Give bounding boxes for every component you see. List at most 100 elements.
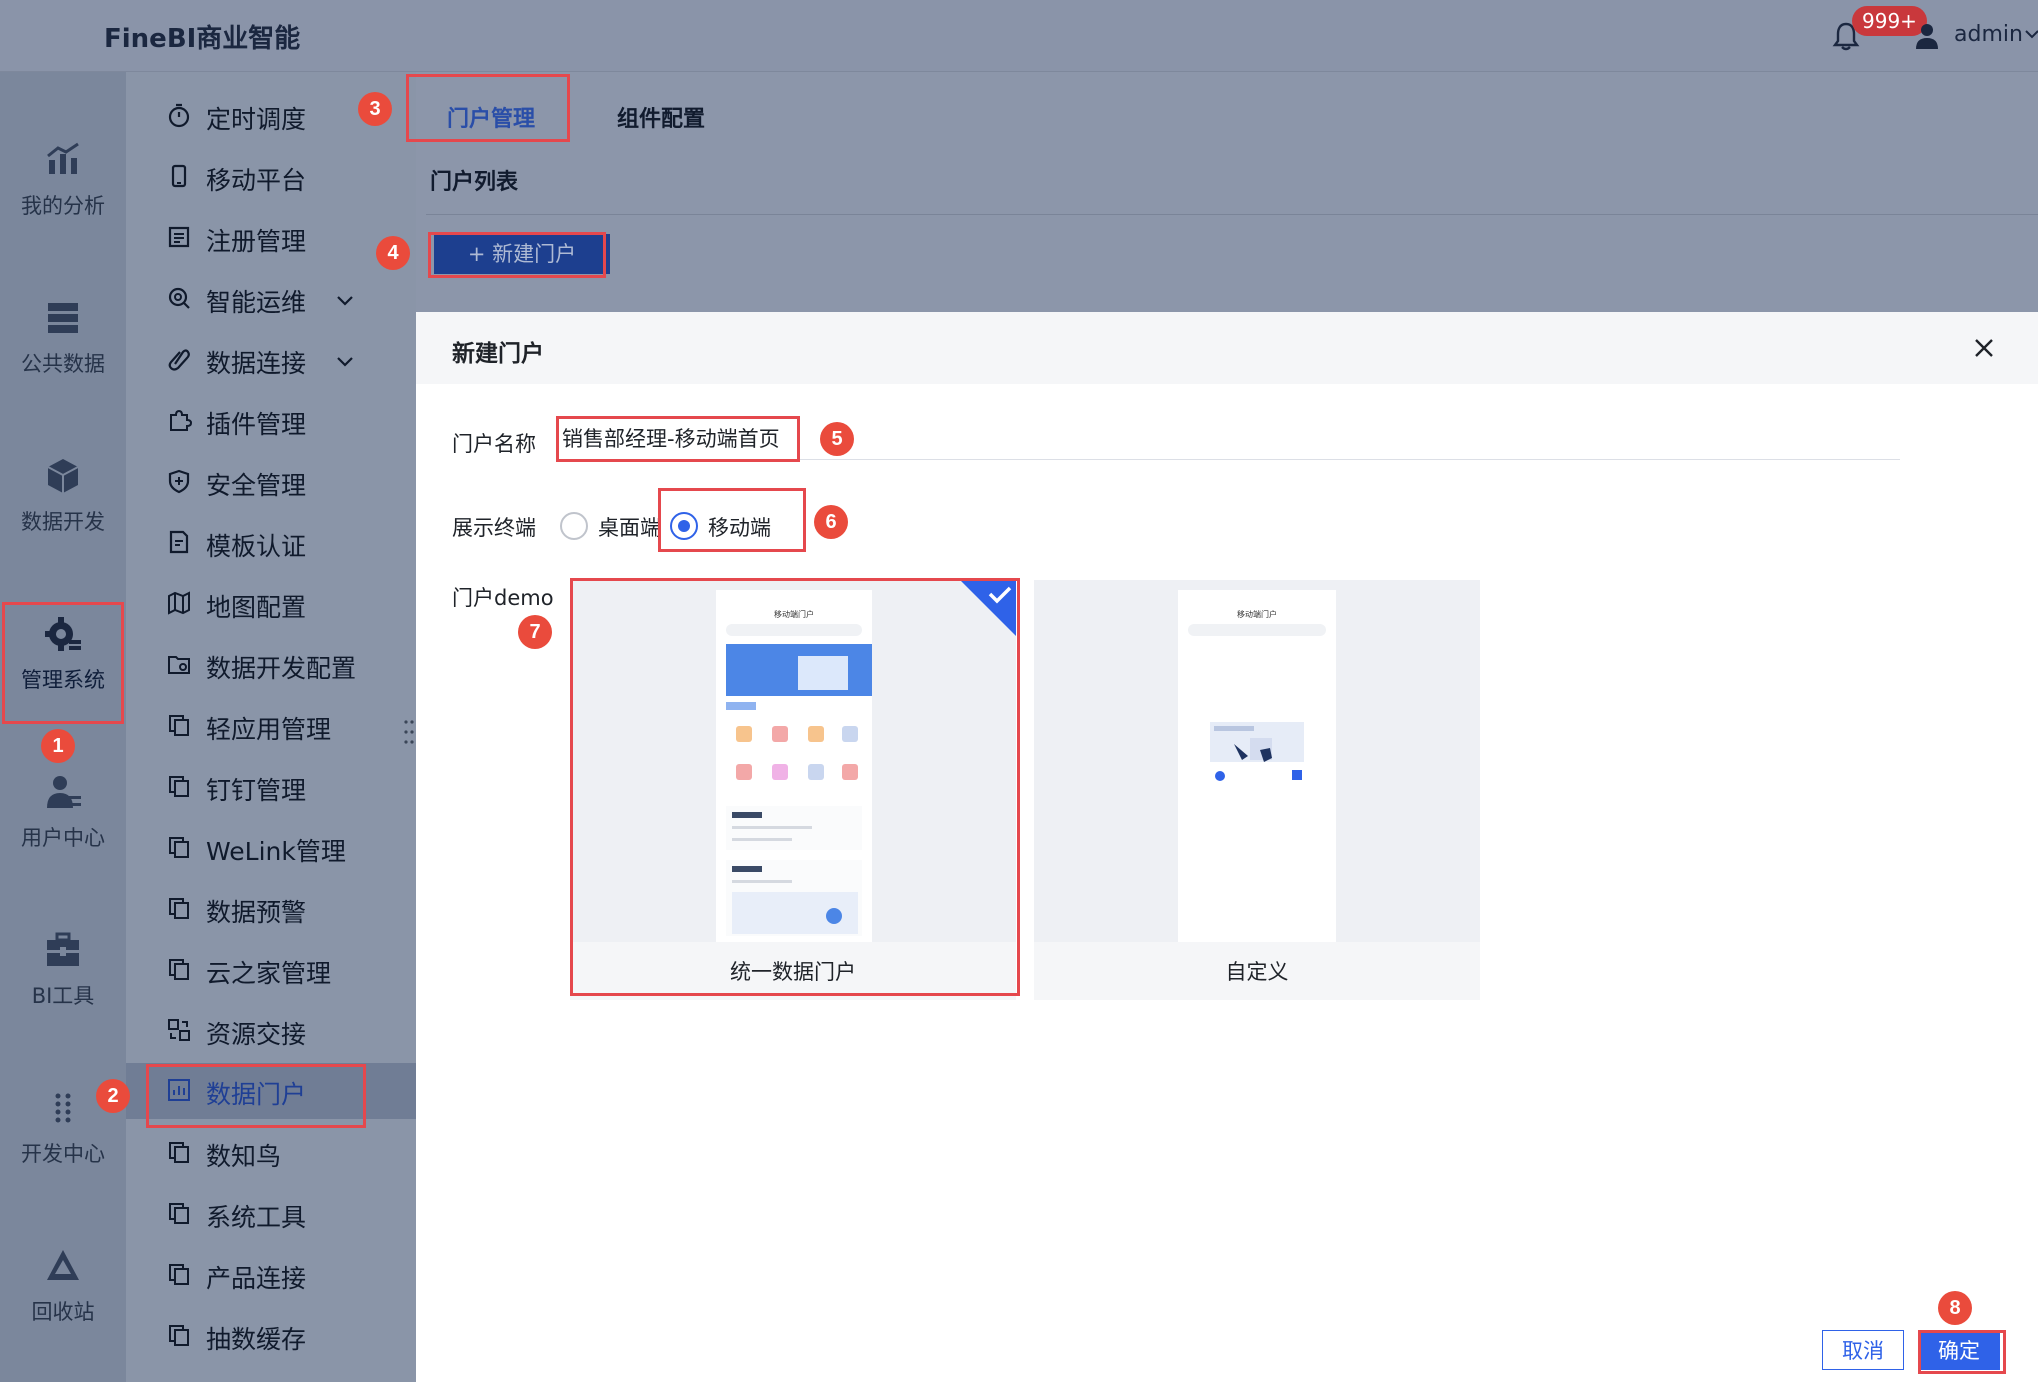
- step-badge-2: 2: [96, 1079, 130, 1113]
- resize-handle-icon[interactable]: [404, 718, 414, 746]
- demo-card-unified[interactable]: 移动端门户 统一数据门户: [570, 580, 1016, 1000]
- step-badge-7: 7: [518, 615, 552, 649]
- menu-item-dingtalk[interactable]: 钉钉管理: [126, 759, 416, 815]
- data-dev-cube-icon: [47, 459, 79, 493]
- step-badge-5: 5: [820, 422, 854, 456]
- rail-item-admin-system[interactable]: 管理系统: [0, 614, 126, 734]
- copy-doc-icon: [169, 1142, 189, 1163]
- rail-item-bi-tools[interactable]: BI工具: [0, 930, 126, 1050]
- close-icon[interactable]: [1972, 336, 1996, 360]
- rail-label: 数据开发: [21, 510, 105, 534]
- radio-desktop[interactable]: 桌面端: [560, 506, 670, 542]
- menu-item-plugins[interactable]: 插件管理: [126, 393, 416, 449]
- radio-dot[interactable]: [560, 512, 588, 540]
- step-badge-1: 1: [41, 729, 75, 763]
- new-portal-dialog: 新建门户 门户名称 展示终端 桌面端 移动端 门户demo 移动端门户: [416, 312, 2038, 1382]
- step-badge-8: 8: [1938, 1291, 1972, 1325]
- menu-item-product-connect[interactable]: 产品连接: [126, 1247, 416, 1303]
- menu-label: 插件管理: [206, 410, 307, 439]
- menu-label: 定时调度: [206, 105, 307, 134]
- dialog-header: 新建门户: [416, 312, 2038, 384]
- recycle-bin-icon: [47, 1250, 79, 1280]
- demo-label: 门户demo: [452, 586, 554, 610]
- cancel-button[interactable]: 取消: [1822, 1330, 1904, 1370]
- puzzle-plugin-icon: [170, 409, 192, 431]
- tab-component-config[interactable]: 组件配置: [576, 92, 746, 148]
- radio-dot[interactable]: [670, 512, 698, 540]
- mobile-phone-icon: [171, 164, 187, 188]
- menu-label: 系统工具: [206, 1203, 307, 1232]
- copy-doc-icon: [169, 776, 189, 797]
- menu-label: 数据预警: [206, 898, 307, 927]
- menu-item-security[interactable]: 安全管理: [126, 454, 416, 510]
- chevron-down-icon[interactable]: [2024, 26, 2038, 42]
- menu-label: 产品连接: [206, 1264, 307, 1293]
- new-portal-button[interactable]: + 新建门户: [434, 234, 610, 274]
- user-avatar-icon[interactable]: [1914, 22, 1940, 50]
- step-badge-6: 6: [814, 505, 848, 539]
- paperclip-link-icon: [168, 349, 190, 371]
- copy-doc-icon: [169, 898, 189, 919]
- toolbox-icon: [47, 932, 79, 966]
- main-nav-rail: 我的分析 公共数据 数据开发 管理系统 用户中心 BI工具 开发中心 回收站: [0, 72, 126, 1382]
- rail-label: 开发中心: [21, 1142, 105, 1166]
- rail-label: 管理系统: [21, 668, 105, 692]
- portal-list-title: 门户列表: [430, 170, 519, 195]
- top-bar: FineBI商业智能 999+ admin: [0, 0, 2038, 72]
- menu-item-smart-ops[interactable]: 智能运维: [126, 271, 416, 327]
- rail-label: BI工具: [31, 984, 95, 1008]
- menu-item-data-connection[interactable]: 数据连接: [126, 332, 416, 388]
- portal-name-label: 门户名称: [452, 432, 536, 456]
- confirm-button[interactable]: 确定: [1918, 1330, 2000, 1370]
- portal-name-input[interactable]: [560, 416, 1900, 460]
- chevron-down-icon[interactable]: [334, 350, 356, 372]
- menu-item-data-dev-config[interactable]: 数据开发配置: [126, 637, 416, 693]
- menu-item-map-config[interactable]: 地图配置: [126, 576, 416, 632]
- menu-item-light-app[interactable]: 轻应用管理: [126, 698, 416, 754]
- copy-doc-icon: [169, 837, 189, 858]
- analysis-chart-icon: [47, 142, 79, 174]
- gear-settings-icon: [45, 617, 81, 651]
- rail-label: 我的分析: [21, 194, 105, 218]
- rail-item-user-center[interactable]: 用户中心: [0, 772, 126, 892]
- rail-item-my-analysis[interactable]: 我的分析: [0, 140, 126, 260]
- rail-item-recycle-bin[interactable]: 回收站: [0, 1246, 126, 1366]
- radio-mobile[interactable]: 移动端: [670, 506, 790, 542]
- demo-card-label: 自定义: [1225, 960, 1289, 984]
- menu-item-extract-cache[interactable]: 抽数缓存: [126, 1308, 416, 1364]
- copy-doc-icon: [169, 1264, 189, 1285]
- checkmark-icon: [960, 580, 1016, 636]
- menu-label: 地图配置: [206, 593, 307, 622]
- map-icon: [168, 591, 190, 615]
- dev-center-icon: [55, 1093, 71, 1123]
- menu-item-mobile-platform[interactable]: 移动平台: [126, 149, 416, 205]
- menu-item-welink[interactable]: WeLink管理: [126, 820, 416, 876]
- username[interactable]: admin: [1954, 22, 2023, 47]
- menu-label: 数据开发配置: [206, 654, 357, 683]
- demo-card-label: 统一数据门户: [730, 960, 856, 984]
- tab-portal-management[interactable]: 门户管理: [416, 92, 566, 148]
- handover-icon: [168, 1019, 190, 1041]
- chevron-down-icon[interactable]: [334, 289, 356, 311]
- menu-item-data-alert[interactable]: 数据预警: [126, 881, 416, 937]
- menu-item-template-cert[interactable]: 模板认证: [126, 515, 416, 571]
- dialog-title: 新建门户: [452, 341, 544, 367]
- menu-item-resource-handover[interactable]: 资源交接: [126, 1003, 416, 1059]
- demo-card-custom[interactable]: 移动端门户 自定义: [1034, 580, 1480, 1000]
- admin-submenu: 定时调度 移动平台 注册管理 智能运维 数据连接 插件管理 安全管理 模板认证 …: [126, 72, 416, 1382]
- copy-doc-icon: [169, 715, 189, 736]
- menu-label: 注册管理: [206, 227, 307, 256]
- menu-item-system-tools[interactable]: 系统工具: [126, 1186, 416, 1242]
- portal-chart-icon: [168, 1079, 190, 1101]
- menu-item-yunzhijia[interactable]: 云之家管理: [126, 942, 416, 998]
- rail-label: 公共数据: [21, 352, 105, 376]
- menu-item-registration[interactable]: 注册管理: [126, 210, 416, 266]
- step-badge-3: 3: [358, 92, 392, 126]
- preview-title: 移动端门户: [774, 609, 814, 619]
- shield-icon: [168, 469, 190, 494]
- menu-item-shuzhiniao[interactable]: 数知鸟: [126, 1125, 416, 1181]
- menu-label: 模板认证: [206, 532, 307, 561]
- menu-item-data-portal[interactable]: 数据门户: [126, 1063, 416, 1119]
- rail-item-data-dev[interactable]: 数据开发: [0, 456, 126, 576]
- rail-item-public-data[interactable]: 公共数据: [0, 298, 126, 418]
